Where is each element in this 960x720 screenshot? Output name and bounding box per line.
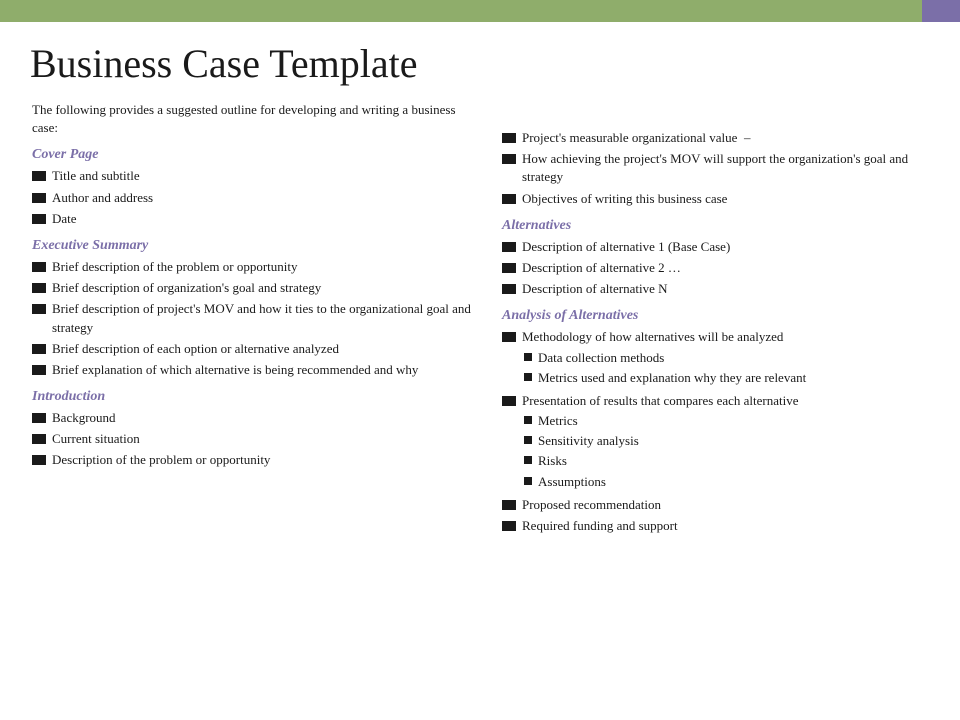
list-item: Description of alternative 1 (Base Case)	[502, 238, 928, 256]
list-item: Brief description of project's MOV and h…	[32, 300, 472, 336]
bullet-icon	[502, 332, 516, 342]
bullet-icon	[32, 262, 46, 272]
bullet-icon	[502, 500, 516, 510]
bullet-icon	[32, 214, 46, 224]
alternatives-heading: Alternatives	[502, 218, 928, 234]
top-bar-purple	[922, 0, 960, 22]
executive-summary-heading: Executive Summary	[32, 238, 472, 254]
list-item: Required funding and support	[502, 517, 928, 535]
right-column: Project's measurable organizational valu…	[492, 101, 928, 539]
list-item: Proposed recommendation	[502, 496, 928, 514]
bullet-icon	[502, 521, 516, 531]
list-item: Date	[32, 210, 472, 228]
list-item: Brief description of organization's goal…	[32, 279, 472, 297]
list-item: How achieving the project's MOV will sup…	[502, 150, 928, 186]
bullet-icon	[502, 133, 516, 143]
bullet-icon	[32, 413, 46, 423]
bullet-icon	[502, 242, 516, 252]
list-item: Objectives of writing this business case	[502, 190, 928, 208]
bullet-icon	[32, 283, 46, 293]
bullet-icon	[502, 284, 516, 294]
section-cover-page: Cover Page Title and subtitle Author and…	[32, 147, 472, 228]
small-bullet-icon	[524, 373, 532, 381]
cover-page-heading: Cover Page	[32, 147, 472, 163]
small-bullet-icon	[524, 456, 532, 464]
executive-summary-list: Brief description of the problem or oppo…	[32, 258, 472, 379]
bullet-icon	[32, 455, 46, 465]
list-item: Brief description of each option or alte…	[32, 340, 472, 358]
introduction-heading: Introduction	[32, 389, 472, 405]
list-item: Description of the problem or opportunit…	[32, 451, 472, 469]
bullet-icon	[32, 434, 46, 444]
list-item: Assumptions	[524, 473, 639, 491]
analysis-list: Methodology of how alternatives will be …	[502, 328, 928, 535]
small-bullet-icon	[524, 436, 532, 444]
bullet-icon	[502, 194, 516, 204]
list-item: Description of alternative 2 …	[502, 259, 928, 277]
list-item: Metrics	[524, 412, 639, 430]
list-item: Author and address	[32, 189, 472, 207]
bullet-icon	[32, 344, 46, 354]
list-item: Project's measurable organizational valu…	[502, 129, 928, 147]
list-item: Sensitivity analysis	[524, 432, 639, 450]
introduction-list: Background Current situation Description…	[32, 409, 472, 470]
section-alternatives: Alternatives Description of alternative …	[502, 218, 928, 299]
left-column: The following provides a suggested outli…	[32, 101, 492, 539]
alternatives-list: Description of alternative 1 (Base Case)…	[502, 238, 928, 299]
section-introduction: Introduction Background Current situatio…	[32, 389, 472, 470]
small-bullet-icon	[524, 477, 532, 485]
list-item: Data collection methods	[524, 349, 806, 367]
intro-text: The following provides a suggested outli…	[32, 101, 472, 137]
bullet-icon	[502, 396, 516, 406]
bullet-icon	[32, 193, 46, 203]
list-item: Brief description of the problem or oppo…	[32, 258, 472, 276]
right-intro-list: Project's measurable organizational valu…	[502, 129, 928, 208]
list-item: Current situation	[32, 430, 472, 448]
bullet-icon	[32, 365, 46, 375]
cover-page-list: Title and subtitle Author and address Da…	[32, 167, 472, 228]
bullet-icon	[32, 171, 46, 181]
sub-list: Data collection methods Metrics used and…	[502, 349, 806, 389]
section-analysis-of-alternatives: Analysis of Alternatives Methodology of …	[502, 308, 928, 535]
bullet-icon	[32, 304, 46, 314]
list-item: Background	[32, 409, 472, 427]
small-bullet-icon	[524, 353, 532, 361]
page-title: Business Case Template	[30, 40, 928, 87]
list-item: Presentation of results that compares ea…	[502, 392, 928, 493]
list-item: Title and subtitle	[32, 167, 472, 185]
list-item: Metrics used and explanation why they ar…	[524, 369, 806, 387]
list-item: Risks	[524, 452, 639, 470]
sub-list: Metrics Sensitivity analysis Risks Assum…	[502, 412, 639, 493]
bullet-icon	[502, 154, 516, 164]
list-item: Description of alternative N	[502, 280, 928, 298]
two-column-layout: The following provides a suggested outli…	[32, 101, 928, 539]
top-bar	[0, 0, 960, 22]
analysis-heading: Analysis of Alternatives	[502, 308, 928, 324]
top-bar-green	[0, 0, 922, 22]
list-item: Brief explanation of which alternative i…	[32, 361, 472, 379]
list-item: Methodology of how alternatives will be …	[502, 328, 928, 389]
bullet-icon	[502, 263, 516, 273]
page-content: Business Case Template The following pro…	[0, 22, 960, 557]
section-executive-summary: Executive Summary Brief description of t…	[32, 238, 472, 379]
small-bullet-icon	[524, 416, 532, 424]
